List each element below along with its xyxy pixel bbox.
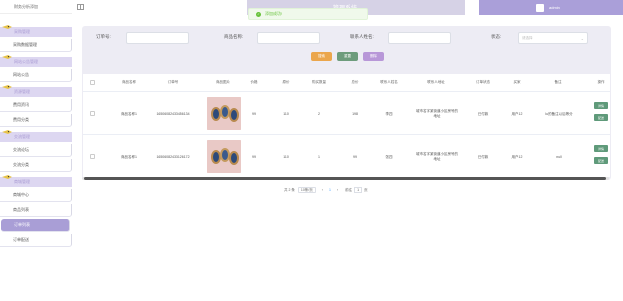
prev-page-icon[interactable]: ‹ (322, 188, 323, 192)
success-toast: ✓ 添加成功! (248, 8, 368, 20)
sidebar-item-forum-category[interactable]: 交流分类 (0, 159, 72, 172)
pagination: 共 2 条 10条/页 ‹ 1 › 前往 1 页 (284, 186, 368, 194)
delete-button[interactable]: 删除 (363, 52, 384, 61)
th-status: 订单状态 (476, 80, 490, 84)
sidebar-item-expense-news[interactable]: 费用资讯 (0, 99, 72, 112)
page-size-select[interactable]: 10条/页 (297, 187, 316, 193)
bird-icon (2, 85, 12, 89)
row-checkbox[interactable] (90, 154, 95, 159)
view-button[interactable]: 详情 (594, 145, 608, 152)
user-menu[interactable]: admin (479, 0, 623, 15)
order-no-label: 订单号: (96, 34, 111, 39)
bird-icon (2, 130, 12, 134)
sidebar-group-forum[interactable]: 交流管理 (0, 130, 72, 142)
order-table: 商品名称 订单号 商品图片 价格 原价 购买数量 总价 联系人姓名 联系人地址 … (83, 74, 610, 178)
bird-icon (2, 175, 12, 179)
sidebar-group-notice[interactable]: 网站公告管理 (0, 55, 72, 67)
th-contact: 联系人姓名 (380, 80, 398, 84)
bird-icon (2, 55, 12, 59)
goods-image (207, 140, 241, 173)
scrollbar-thumb[interactable] (84, 177, 606, 180)
contact-label: 联系人姓名: (350, 34, 374, 39)
delivery-button[interactable]: 配送 (594, 157, 608, 164)
pager-total: 共 2 条 (284, 187, 295, 192)
avatar (536, 3, 544, 12)
goto-input[interactable]: 1 (354, 187, 363, 193)
table-row[interactable]: 商品名称1 16506082433126172 99 110 1 99 张四 城… (83, 136, 610, 178)
th-goods-name: 商品名称 (122, 80, 136, 84)
th-qty: 购买数量 (312, 80, 326, 84)
sidebar-item-goods-list[interactable]: 商品列表 (0, 204, 72, 217)
goto-label: 前往 (345, 187, 353, 192)
sidebar-item-notice[interactable]: 网站公告 (0, 69, 72, 82)
goods-image (207, 97, 241, 130)
delivery-button[interactable]: 配送 (594, 114, 608, 121)
th-buyer: 买家 (513, 80, 521, 84)
table-header: 商品名称 订单号 商品图片 价格 原价 购买数量 总价 联系人姓名 联系人地址 … (83, 74, 610, 92)
row-checkbox[interactable] (90, 111, 95, 116)
goods-name-label: 商品名称: (224, 34, 244, 39)
check-icon: ✓ (256, 11, 261, 17)
status-label: 状态: (491, 34, 502, 39)
goods-name-input[interactable] (257, 32, 320, 44)
sidebar-group-resource[interactable]: 资源管理 (0, 85, 72, 97)
th-actions: 操作 (597, 80, 605, 84)
page-number[interactable]: 1 (329, 188, 331, 192)
select-all-checkbox[interactable] (90, 80, 95, 85)
next-page-icon[interactable]: › (337, 188, 338, 192)
sidebar: 财务分析添加 采购管理 采购数据管理 网站公告管理 网站公告 资源管理 费用资讯… (0, 0, 72, 301)
search-button[interactable]: 搜索 (311, 52, 332, 61)
th-orig-price: 原价 (282, 80, 290, 84)
bird-icon (2, 25, 12, 29)
status-select[interactable]: 请选择 ⌄ (518, 32, 588, 44)
sidebar-item-shop-center[interactable]: 商城中心 (0, 189, 72, 202)
th-note: 备注 (554, 80, 562, 84)
sidebar-item-expense-category[interactable]: 费用分类 (0, 114, 72, 127)
view-button[interactable]: 详情 (594, 102, 608, 109)
goto-unit: 页 (364, 187, 368, 192)
chevron-down-icon: ⌄ (580, 35, 584, 41)
sidebar-item-forum[interactable]: 交流论坛 (0, 144, 72, 157)
table-row[interactable]: 商品名称1 16506082433456134 99 110 2 198 李四 … (83, 93, 610, 135)
sidebar-item-purchase-data[interactable]: 采购数据管理 (0, 39, 72, 52)
reset-button[interactable]: 重置 (337, 52, 358, 61)
filter-row: 订单号: 商品名称: 联系人姓名: 状态: 请选择 ⌄ (82, 32, 611, 44)
contact-input[interactable] (388, 32, 451, 44)
th-total: 总价 (351, 80, 359, 84)
main-panel: 订单号: 商品名称: 联系人姓名: 状态: 请选择 ⌄ 搜索 重置 删除 商品名… (82, 26, 611, 180)
horizontal-scrollbar[interactable] (82, 177, 609, 180)
th-price: 价格 (250, 80, 258, 84)
th-goods-image: 商品图片 (216, 80, 230, 84)
sidebar-item-order-list[interactable]: 订单列表 (1, 219, 70, 232)
order-no-input[interactable] (126, 32, 189, 44)
sidebar-top-item[interactable]: 财务分析添加 (0, 0, 72, 14)
sidebar-group-shop[interactable]: 商城管理 (0, 175, 72, 187)
sidebar-group-purchase[interactable]: 采购管理 (0, 25, 72, 37)
th-order-no: 订单号 (167, 80, 179, 84)
menu-toggle-icon[interactable] (77, 4, 84, 10)
th-address: 联系人地址 (427, 80, 445, 84)
sidebar-item-order-delivery[interactable]: 订单配送 (0, 234, 72, 247)
